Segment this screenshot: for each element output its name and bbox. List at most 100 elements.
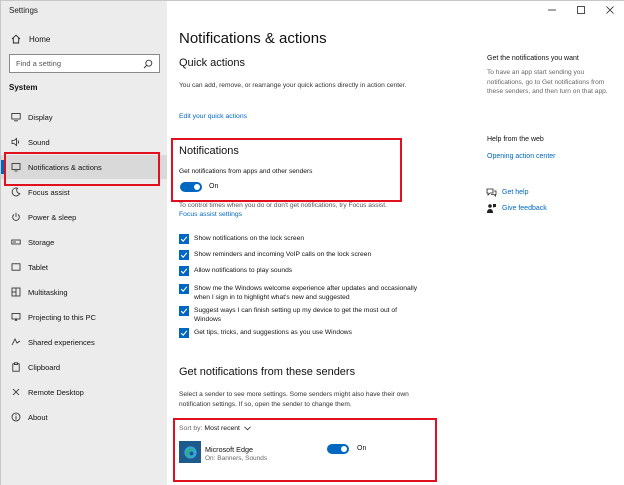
sort-dropdown[interactable]: Sort by: Most recent [179, 425, 251, 432]
close-button[interactable] [595, 1, 624, 19]
edge-toggle[interactable] [327, 444, 349, 454]
focus-assist-settings-link[interactable]: Focus assist settings [179, 211, 242, 218]
tablet-icon [11, 262, 21, 272]
sidebar-item-label: Multitasking [28, 287, 68, 297]
display-icon [11, 112, 21, 122]
sidebar-item-projecting[interactable]: Projecting to this PC [1, 305, 167, 329]
sidebar-item-clipboard[interactable]: Clipboard [1, 355, 167, 379]
sender-status: On: Banners, Sounds [205, 455, 268, 462]
checkbox[interactable] [179, 234, 189, 244]
checkmark-icon [180, 268, 188, 275]
link-label: Get help [502, 188, 529, 196]
home-label: Home [29, 34, 51, 44]
checkbox[interactable] [179, 266, 189, 276]
sidebar-item-display[interactable]: Display [1, 105, 167, 129]
sidebar-item-power-sleep[interactable]: Power & sleep [1, 205, 167, 229]
sidebar-item-label: Notifications & actions [28, 162, 102, 172]
sidebar-item-label: Power & sleep [28, 212, 77, 222]
checkbox-row[interactable]: Suggest ways I can finish setting up my … [179, 306, 424, 324]
projecting-icon [11, 312, 21, 322]
sidebar-item-focus-assist[interactable]: Focus assist [1, 180, 167, 204]
sidebar-item-sound[interactable]: Sound [1, 130, 167, 154]
search-box[interactable] [9, 54, 160, 73]
sidebar-item-tablet[interactable]: Tablet [1, 255, 167, 279]
sort-label: Sort by: [179, 425, 203, 432]
page-title: Notifications & actions [179, 30, 327, 47]
checkbox-label: Show reminders and incoming VoIP calls o… [194, 251, 372, 258]
sidebar-item-label: Display [28, 112, 53, 122]
help-icon [485, 186, 497, 198]
notification-icon [11, 162, 21, 172]
minimize-button[interactable] [537, 1, 566, 19]
checkbox-label: Allow notifications to play sounds [194, 267, 293, 274]
sender-name[interactable]: Microsoft Edge [205, 445, 253, 454]
edit-quick-actions-link[interactable]: Edit your quick actions [179, 113, 247, 120]
edge-toggle-state: On [357, 445, 367, 452]
link-label: Give feedback [502, 204, 547, 212]
give-feedback-link[interactable]: Give feedback [485, 202, 547, 214]
aside-help-heading: Help from the web [487, 136, 544, 143]
maximize-button[interactable] [566, 1, 595, 19]
get-help-link[interactable]: Get help [485, 186, 528, 198]
checkbox[interactable] [179, 284, 189, 294]
checkbox[interactable] [179, 250, 189, 260]
sidebar-item-remote-desktop[interactable]: Remote Desktop [1, 380, 167, 404]
checkbox-label: Show me the Windows welcome experience a… [194, 285, 418, 301]
checkbox-row[interactable]: Get tips, tricks, and suggestions as you… [179, 328, 424, 338]
notifications-toggle[interactable] [180, 182, 202, 192]
checkbox-row[interactable]: Show notifications on the lock screen [179, 234, 424, 244]
sidebar-item-multitasking[interactable]: Multitasking [1, 280, 167, 304]
senders-heading: Get notifications from these senders [179, 366, 356, 378]
sidebar-item-label: About [28, 412, 48, 422]
checkbox[interactable] [179, 328, 189, 338]
notifications-heading: Notifications [179, 145, 239, 157]
app-title: Settings [9, 6, 38, 15]
notifications-toggle-caption: Get notifications from apps and other se… [179, 168, 313, 175]
search-icon[interactable] [142, 58, 154, 70]
sidebar: Settings Home System Display Sound [1, 1, 167, 485]
aside-get-heading: Get the notifications you want [487, 55, 579, 62]
checkmark-icon [180, 286, 188, 293]
sort-value: Most recent [204, 425, 240, 432]
sidebar-item-label: Focus assist [28, 187, 70, 197]
toggle-knob [194, 184, 200, 190]
sidebar-item-label: Projecting to this PC [28, 312, 96, 322]
moon-icon [11, 187, 21, 197]
focus-assist-text: To control times when you do or don't ge… [179, 202, 387, 209]
shared-icon [11, 337, 21, 347]
window-controls [537, 1, 624, 19]
search-input[interactable] [10, 59, 140, 68]
sidebar-item-about[interactable]: About [1, 405, 167, 429]
section-heading: System [9, 83, 38, 92]
chevron-down-icon [244, 426, 251, 431]
sidebar-item-label: Clipboard [28, 362, 61, 372]
edge-icon[interactable] [179, 441, 201, 463]
close-icon [605, 6, 614, 14]
checkbox-label: Suggest ways I can finish setting up my … [194, 307, 397, 323]
toggle-knob [341, 446, 347, 452]
sidebar-item-label: Tablet [28, 262, 49, 272]
checkbox-row[interactable]: Show reminders and incoming VoIP calls o… [179, 250, 424, 260]
sidebar-item-storage[interactable]: Storage [1, 230, 167, 254]
main-content: Notifications & actions Quick actions Yo… [167, 1, 624, 485]
checkmark-icon [180, 236, 188, 243]
checkbox[interactable] [179, 306, 189, 316]
checkbox-row[interactable]: Show me the Windows welcome experience a… [179, 284, 424, 302]
sidebar-item-label: Shared experiences [28, 337, 95, 347]
quick-actions-heading: Quick actions [179, 57, 246, 69]
opening-action-center-link[interactable]: Opening action center [487, 153, 556, 160]
sidebar-item-notifications-actions[interactable]: Notifications & actions [1, 155, 167, 179]
sidebar-item-label: Sound [28, 137, 50, 147]
minimize-icon [547, 9, 556, 11]
checkmark-icon [180, 308, 188, 315]
checkbox-label: Get tips, tricks, and suggestions as you… [194, 329, 352, 336]
sidebar-item-shared-experiences[interactable]: Shared experiences [1, 330, 167, 354]
aside-get-text: To have an app start sending you notific… [487, 69, 608, 95]
sidebar-item-home[interactable]: Home [1, 30, 167, 48]
home-icon [11, 34, 21, 44]
settings-window: Settings Home System Display Sound [0, 0, 624, 485]
notifications-toggle-state: On [209, 183, 219, 190]
drive-icon [11, 237, 21, 247]
checkbox-row[interactable]: Allow notifications to play sounds [179, 266, 424, 276]
clipboard-icon [11, 362, 21, 372]
